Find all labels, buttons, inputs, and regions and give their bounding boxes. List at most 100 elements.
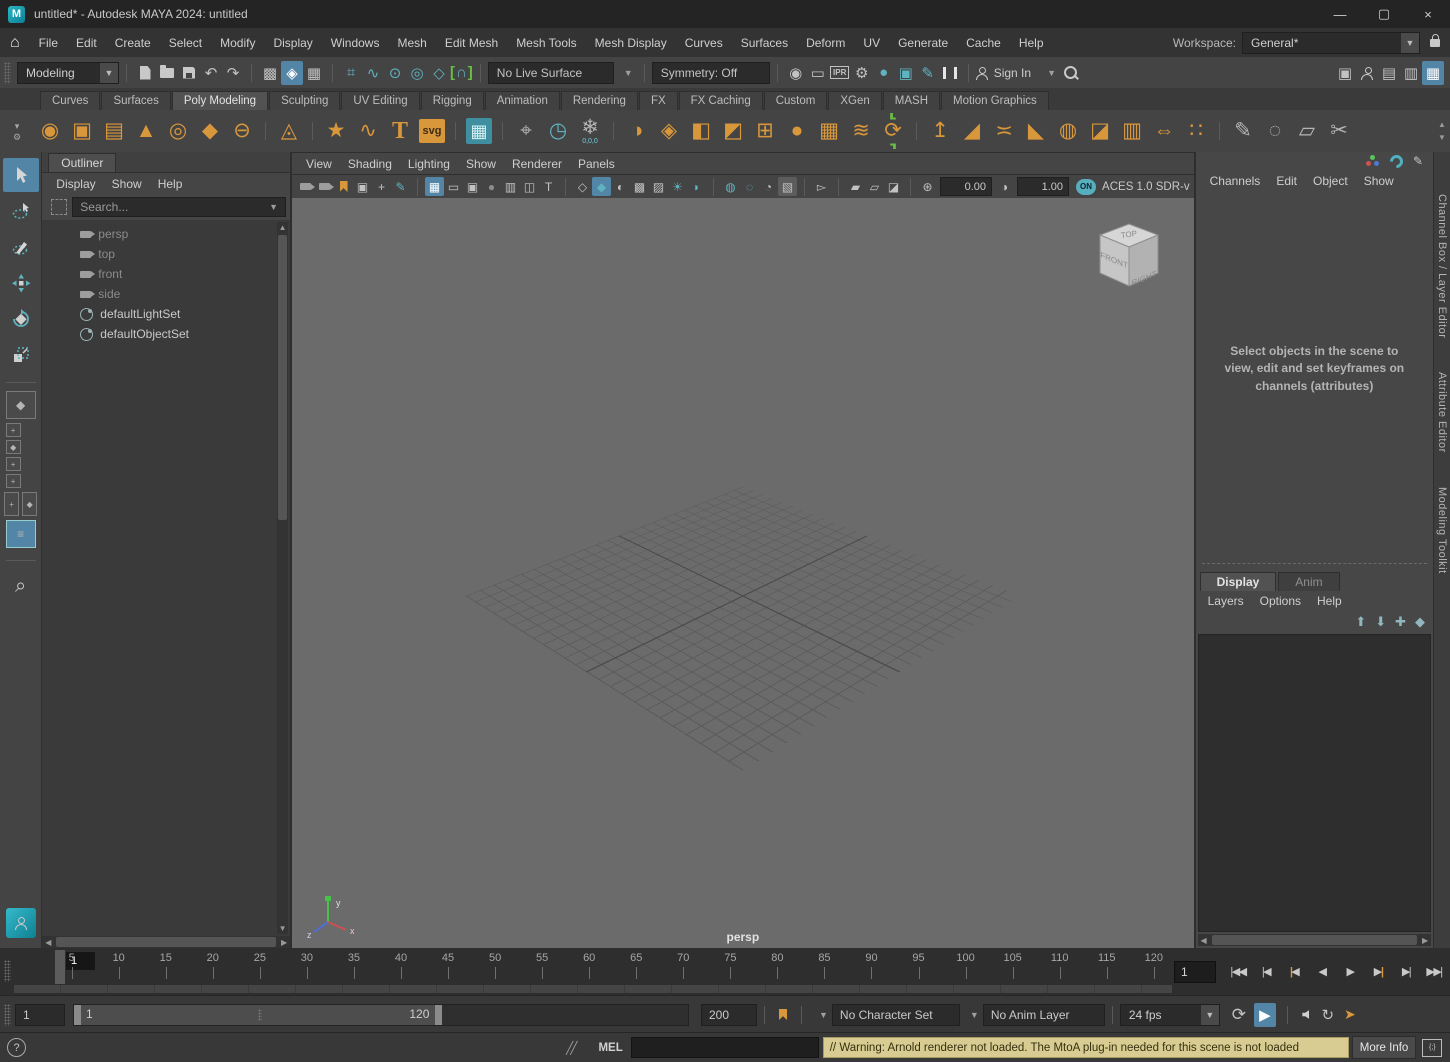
signin-area[interactable]: Sign In ▼ <box>976 66 1060 80</box>
playhead[interactable] <box>55 950 65 984</box>
shelf-menu-icon[interactable]: ▾ <box>15 122 20 130</box>
select-object-icon[interactable]: ◈ <box>281 61 303 85</box>
close-button[interactable]: × <box>1406 0 1450 28</box>
viewport-menu-lighting[interactable]: Lighting <box>400 157 458 171</box>
outliner-menu-help[interactable]: Help <box>150 177 191 191</box>
viewport-menu-renderer[interactable]: Renderer <box>504 157 570 171</box>
use-default-material-icon[interactable]: ◐ <box>611 177 630 196</box>
speaker-icon[interactable] <box>1295 1003 1317 1027</box>
chevron-down-icon[interactable]: ▼ <box>819 1010 828 1020</box>
circularize-icon[interactable]: ◍ <box>1052 113 1084 149</box>
avatar[interactable] <box>6 908 36 938</box>
menu-modify[interactable]: Modify <box>211 29 264 57</box>
view-a-icon[interactable]: ▰ <box>846 177 865 196</box>
view-cube[interactable]: TOP FRONT RIGHT <box>1092 220 1166 296</box>
range-end-handle[interactable] <box>435 1005 442 1025</box>
shelf-scroll-up-icon[interactable]: ▲ <box>1438 120 1446 129</box>
layer-tab-anim[interactable]: Anim <box>1278 572 1339 591</box>
create-empty-layer-icon[interactable]: ✚ <box>1395 614 1406 630</box>
viewport-menu-shading[interactable]: Shading <box>340 157 400 171</box>
channel-box-menu-show[interactable]: Show <box>1356 174 1402 188</box>
zoom-tool-icon[interactable]: ⌕ <box>15 575 26 598</box>
viewport-menu-view[interactable]: View <box>298 157 340 171</box>
side-tab-attribute-editor[interactable]: Attribute Editor <box>1436 372 1448 453</box>
menu-generate[interactable]: Generate <box>889 29 957 57</box>
character-set-field[interactable]: No Character Set <box>832 1004 960 1026</box>
zero-transforms-icon[interactable]: ❄0,0,0 <box>574 113 606 149</box>
toggle-tool-settings-icon[interactable]: ▥ <box>1400 61 1422 85</box>
step-back-key-button[interactable]: |◀ <box>1280 959 1308 985</box>
render-current-frame-icon[interactable]: ▭ <box>807 61 829 85</box>
duplicate-face-icon[interactable]: ▥ <box>1116 113 1148 149</box>
lasso-tool[interactable] <box>3 194 39 228</box>
isolate-select-icon[interactable]: ▻ <box>812 177 831 196</box>
move-layer-up-icon[interactable]: ⬆ <box>1355 614 1366 630</box>
pane-layout-button-0[interactable]: + <box>6 423 21 437</box>
view-split-icon[interactable]: ◪ <box>884 177 903 196</box>
move-tool[interactable] <box>3 266 39 300</box>
two-pane-layout-button-0[interactable]: + <box>4 492 19 516</box>
pause-viewport-icon[interactable] <box>939 61 961 85</box>
menu-cache[interactable]: Cache <box>957 29 1010 57</box>
edge-flow-icon[interactable]: ≋ <box>845 113 877 149</box>
shelf-tab-rendering[interactable]: Rendering <box>561 91 638 110</box>
svg-icon[interactable]: svg <box>419 119 445 143</box>
outliner-item-top[interactable]: top <box>42 244 290 264</box>
poly-cone-icon[interactable]: ▲ <box>130 113 162 149</box>
panel-splitter[interactable] <box>1202 563 1427 564</box>
ao-icon[interactable]: ◍ <box>721 177 740 196</box>
boolean-icon[interactable]: ◑ <box>621 113 653 149</box>
maximize-button[interactable]: ▢ <box>1362 0 1406 28</box>
render-setup-icon[interactable]: ▣ <box>895 61 917 85</box>
current-frame-field[interactable]: 1 <box>1174 961 1216 983</box>
separate-icon[interactable]: ◧ <box>685 113 717 149</box>
scale-tool[interactable] <box>3 338 39 372</box>
anti-alias-icon[interactable]: ◔ <box>759 177 778 196</box>
playback-range[interactable]: 1 120 <box>74 1005 442 1025</box>
menu-mesh-tools[interactable]: Mesh Tools <box>507 29 585 57</box>
gear-icon[interactable]: ⚙ <box>13 133 21 141</box>
channel-box-menu-edit[interactable]: Edit <box>1268 174 1305 188</box>
layer-tab-display[interactable]: Display <box>1200 572 1277 591</box>
menu-mesh[interactable]: Mesh <box>388 29 435 57</box>
extract-icon[interactable]: ◩ <box>717 113 749 149</box>
safe-title-icon[interactable]: T <box>539 177 558 196</box>
symmetry-field[interactable]: Symmetry: Off <box>652 62 770 84</box>
exposure-icon[interactable]: ⊛ <box>918 177 937 196</box>
auto-key-icon[interactable]: ↻ <box>1317 1003 1339 1027</box>
workspace-dropdown[interactable]: General* ▼ <box>1242 32 1420 54</box>
multi-cut-icon[interactable]: ✂ <box>1323 113 1355 149</box>
filter-icon[interactable] <box>51 199 67 215</box>
snap-to-grid-icon[interactable]: ⌗ <box>340 61 362 85</box>
pane-layout-button-2[interactable]: + <box>6 457 21 471</box>
menu-windows[interactable]: Windows <box>322 29 389 57</box>
range-start-handle[interactable] <box>74 1005 81 1025</box>
menu-select[interactable]: Select <box>160 29 211 57</box>
loop-icon[interactable]: ⟳ <box>1228 1003 1250 1027</box>
poly-helix-icon[interactable]: ∿ <box>352 113 384 149</box>
search-input[interactable]: Search... ▼ <box>72 197 286 217</box>
anim-layer-field[interactable]: No Anim Layer <box>983 1004 1105 1026</box>
snap-to-view-plane-icon[interactable]: ◇ <box>428 61 450 85</box>
chevron-down-icon[interactable]: ▼ <box>624 68 633 78</box>
bridge-icon[interactable]: ≍ <box>988 113 1020 149</box>
select-tool[interactable] <box>3 158 39 192</box>
playback-clip-icon[interactable]: ▶ <box>1254 1003 1276 1027</box>
shadows-icon[interactable]: ◗ <box>687 177 706 196</box>
snap-to-curve-icon[interactable]: ∿ <box>362 61 384 85</box>
viewport-menu-show[interactable]: Show <box>458 157 504 171</box>
bookmark-icon[interactable] <box>772 1003 794 1027</box>
step-back-frame-button[interactable]: |◀ <box>1252 959 1280 985</box>
sweep-mesh-icon[interactable]: ★ <box>320 113 352 149</box>
bookmark-icon[interactable] <box>334 177 353 196</box>
shelf-tab-fx[interactable]: FX <box>639 91 678 110</box>
view-b-icon[interactable]: ▱ <box>865 177 884 196</box>
symmetrize-icon[interactable]: ⇔ <box>1148 113 1180 149</box>
command-input[interactable] <box>631 1037 819 1058</box>
step-forward-frame-button[interactable]: ▶| <box>1392 959 1420 985</box>
menu-mesh-display[interactable]: Mesh Display <box>586 29 676 57</box>
side-tab-modeling-toolkit[interactable]: Modeling Toolkit <box>1436 487 1448 574</box>
color-management-toggle[interactable]: ON <box>1076 179 1096 195</box>
go-to-end-button[interactable]: ▶▶| <box>1420 959 1448 985</box>
2d-pan-zoom-icon[interactable]: + <box>372 177 391 196</box>
